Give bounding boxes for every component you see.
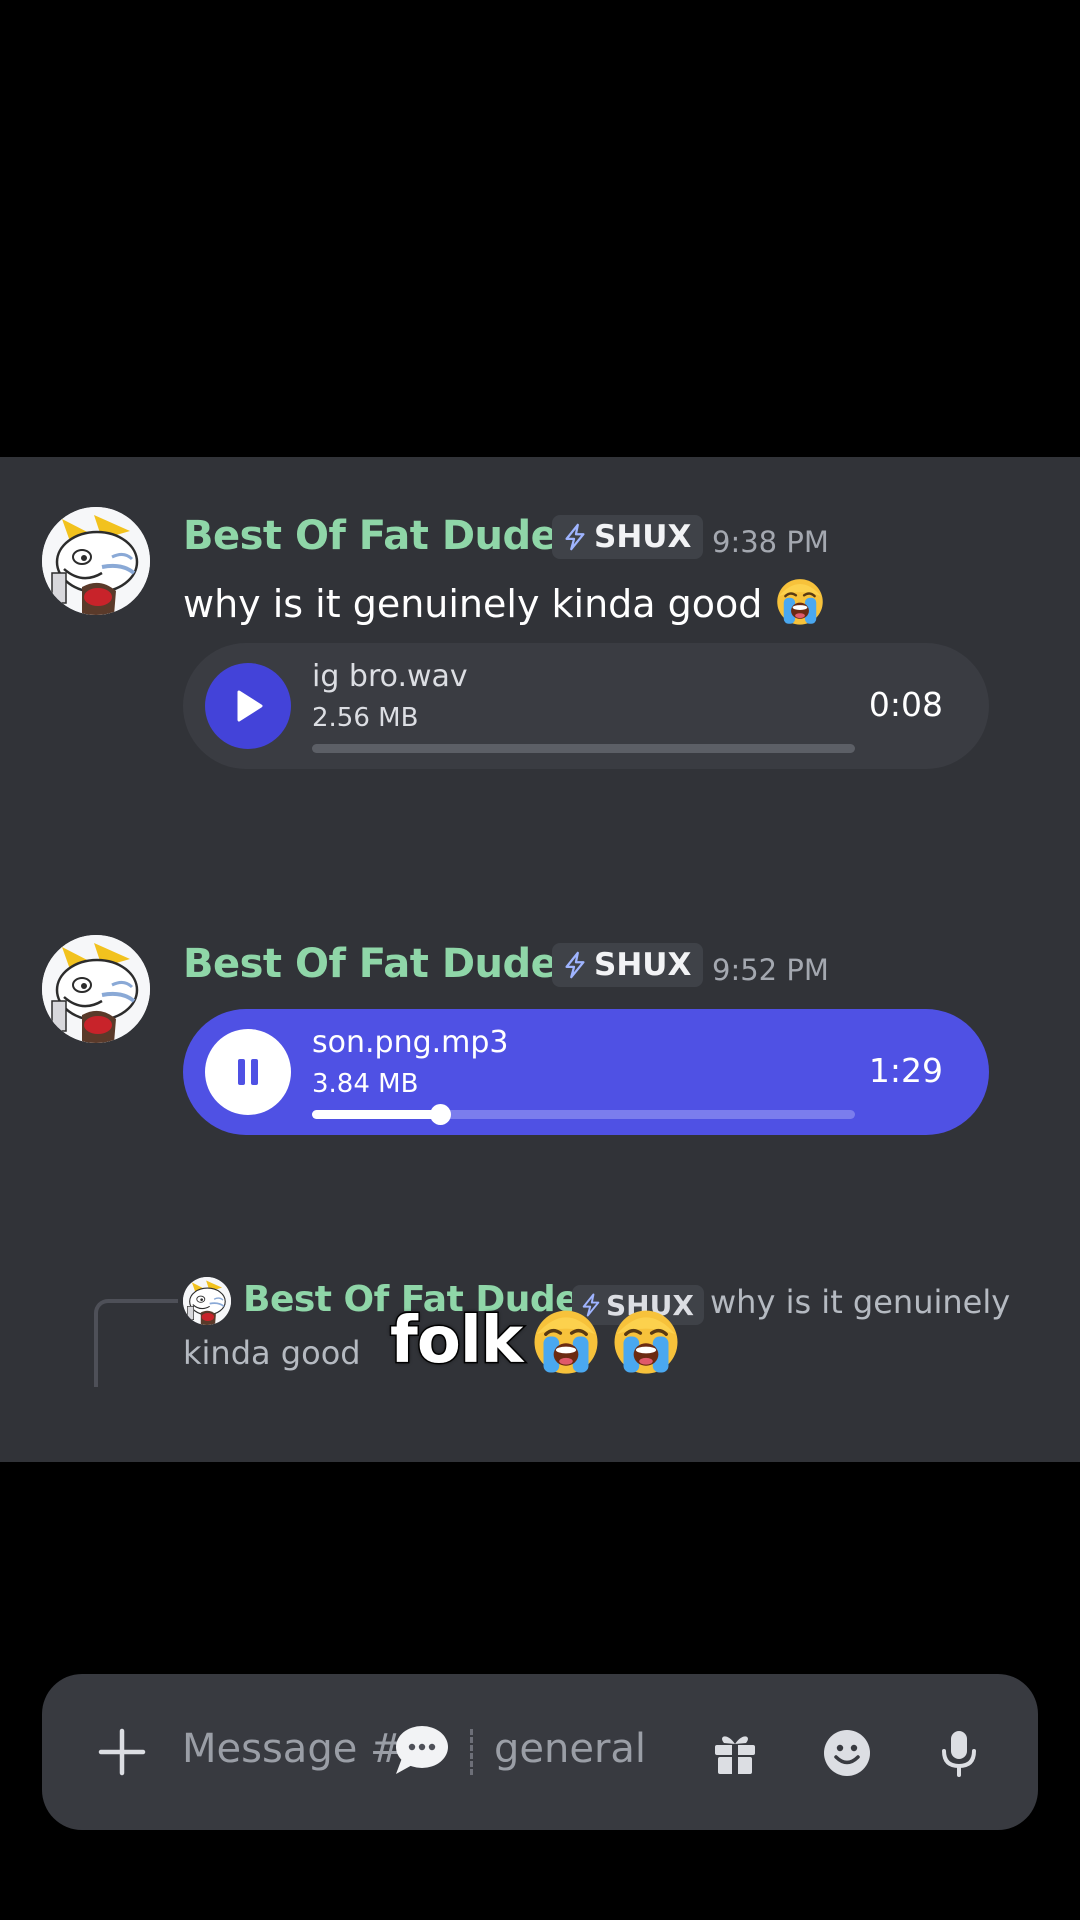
play-button[interactable] [205,663,291,749]
message-input-placeholder[interactable]: Message # [182,1726,404,1772]
audio-scrubber-handle[interactable] [429,1104,451,1125]
reply-preview-text-continued[interactable]: kinda good [183,1334,361,1372]
audio-filesize: 2.56 MB [312,703,419,733]
message-text: why is it genuinely kinda good [183,575,826,627]
message-composer[interactable]: Message # general [42,1674,1038,1830]
loudly-crying-emoji-icon [610,1305,682,1377]
server-tag[interactable]: SHUX [552,515,704,559]
username[interactable]: Best Of Fat Dudes [183,513,581,559]
channel-name: general [494,1726,647,1772]
audio-progress-bar[interactable] [312,1104,855,1125]
user-avatar[interactable] [42,935,150,1043]
username[interactable]: Best Of Fat Dudes [183,941,581,987]
chat-panel: Best Of Fat Dudes SHUX 9:38 PM why is it… [0,457,1080,1830]
caption-word: folk [388,1303,524,1380]
audio-progress-fill [312,1110,440,1119]
audio-attachment: ig bro.wav 2.56 MB 0:08 [183,643,989,769]
play-icon [237,690,263,722]
plus-icon[interactable] [96,1726,148,1778]
gift-icon[interactable] [710,1728,760,1778]
loudly-crying-emoji-icon [530,1305,602,1377]
audio-progress-bar[interactable] [312,744,855,753]
audio-filename[interactable]: ig bro.wav [312,659,468,694]
loudly-crying-emoji-icon [774,575,826,627]
reply-preview-text[interactable]: why is it genuinely [710,1283,1010,1321]
speech-bubble-icon [396,1726,448,1774]
bolt-icon [560,950,590,980]
audio-attachment: son.png.mp3 3.84 MB 1:29 [183,1009,989,1135]
microphone-icon[interactable] [934,1728,984,1778]
server-tag[interactable]: SHUX [552,943,704,987]
server-tag-label: SHUX [594,947,692,983]
audio-duration: 0:08 [868,685,943,724]
bolt-icon [560,522,590,552]
reply-avatar[interactable] [183,1277,231,1325]
user-avatar[interactable] [42,507,150,615]
audio-duration: 1:29 [868,1051,943,1090]
divider [470,1729,473,1775]
audio-filename[interactable]: son.png.mp3 [312,1025,509,1060]
video-caption: folk [388,1301,682,1381]
server-tag-label: SHUX [594,519,692,555]
timestamp: 9:52 PM [712,953,829,987]
emoji-icon[interactable] [822,1728,872,1778]
timestamp: 9:38 PM [712,525,829,559]
reply-connector [94,1299,178,1387]
pause-button[interactable] [205,1029,291,1115]
pause-icon [238,1059,258,1085]
audio-filesize: 3.84 MB [312,1069,419,1099]
message-text-body: why is it genuinely kinda good [183,582,763,626]
